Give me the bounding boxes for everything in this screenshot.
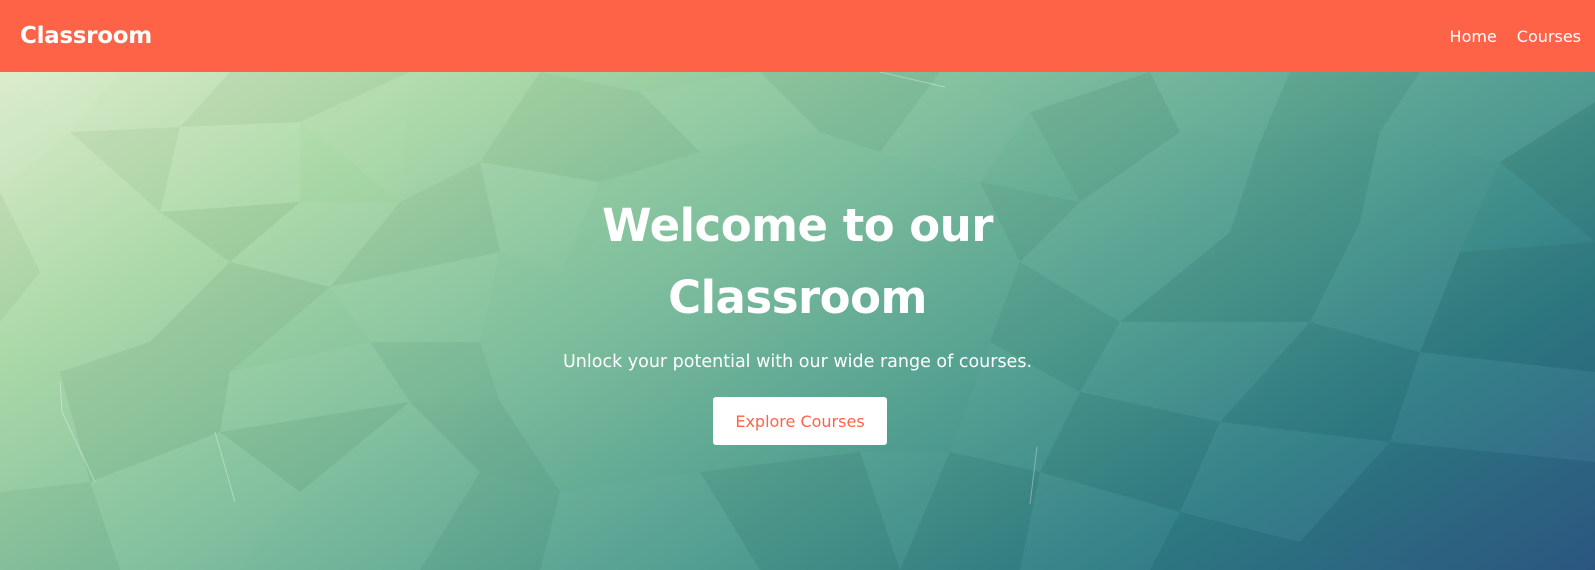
brand-logo-text[interactable]: Classroom (20, 23, 152, 49)
hero-content: Welcome to our Classroom Unlock your pot… (0, 72, 1595, 570)
hero-title: Welcome to our Classroom (0, 190, 1595, 334)
nav-link-courses[interactable]: Courses (1517, 27, 1581, 46)
nav-link-home[interactable]: Home (1450, 27, 1497, 46)
top-navbar: Classroom Home Courses (0, 0, 1595, 72)
hero-title-line-2: Classroom (668, 271, 927, 324)
hero-subtitle: Unlock your potential with our wide rang… (562, 352, 1033, 372)
explore-courses-button[interactable]: Explore Courses (713, 397, 887, 445)
nav-links: Home Courses (1450, 27, 1581, 46)
hero-section: Welcome to our Classroom Unlock your pot… (0, 72, 1595, 570)
page: Classroom Home Courses Welcome to our Cl… (0, 0, 1595, 570)
hero-title-line-1: Welcome to our (602, 199, 993, 252)
